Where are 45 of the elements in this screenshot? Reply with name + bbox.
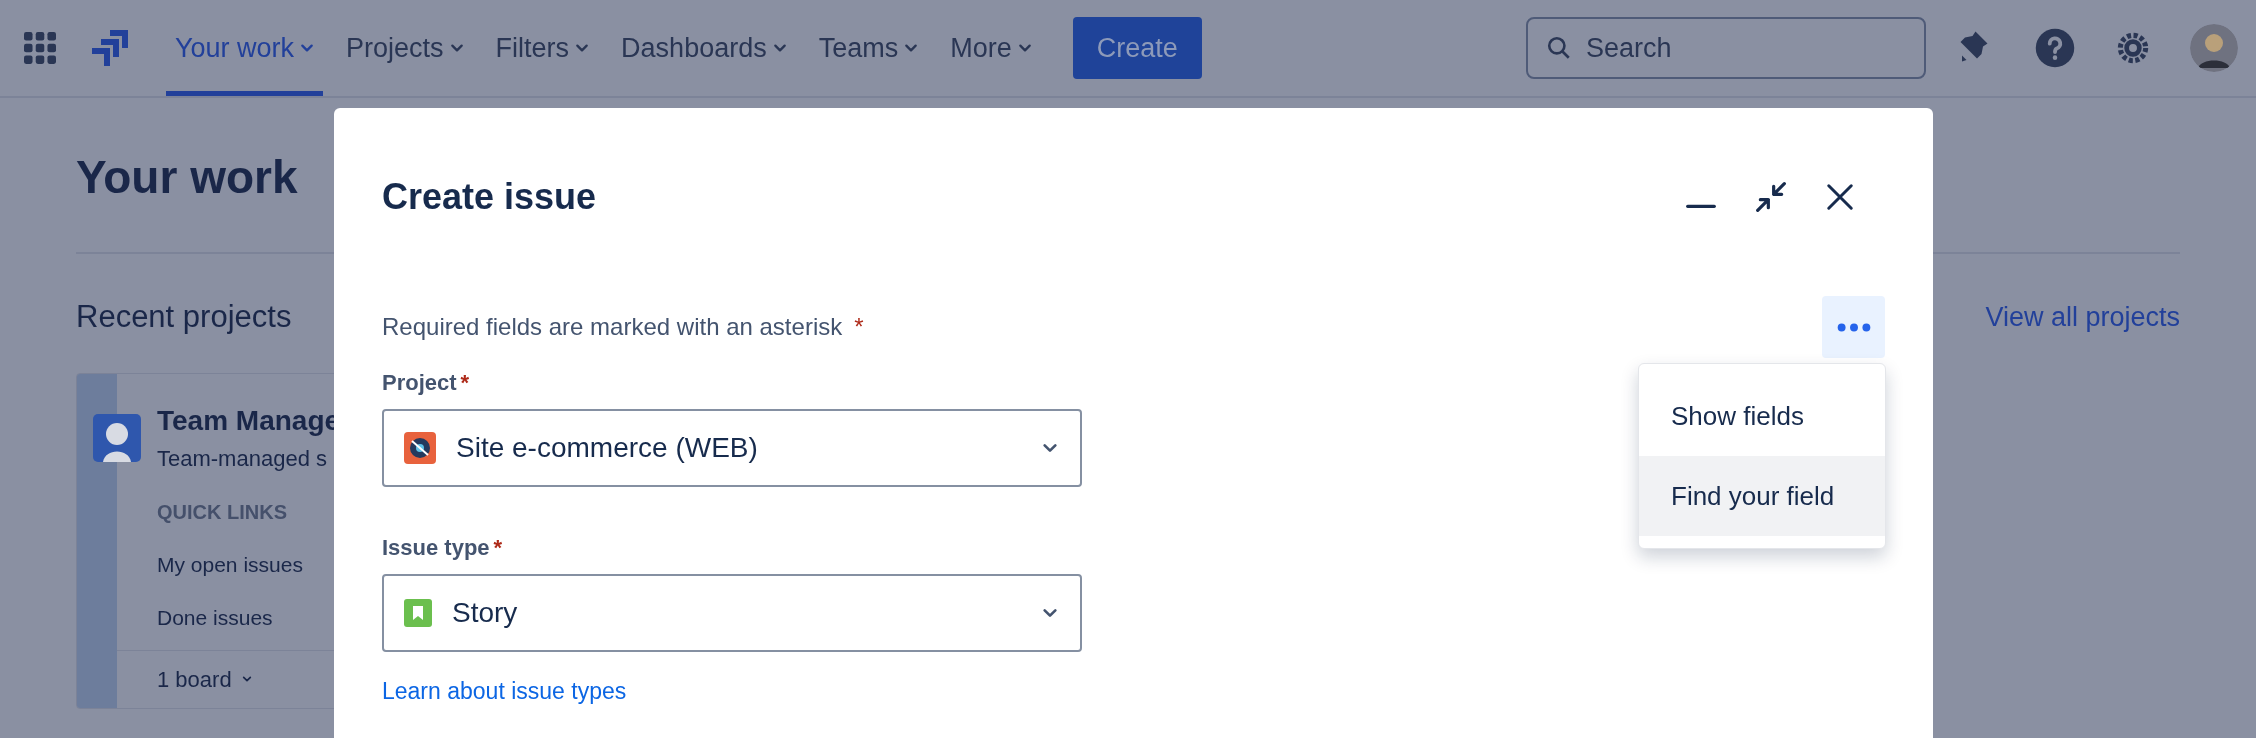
chevron-down-icon bbox=[1017, 43, 1032, 53]
search-input[interactable]: Search bbox=[1586, 27, 1886, 69]
close-icon[interactable] bbox=[1825, 182, 1855, 212]
boards-dropdown[interactable]: 1 board bbox=[157, 662, 252, 696]
nav-menu-tab[interactable]: Projects bbox=[337, 0, 473, 96]
select-field[interactable]: Story bbox=[382, 574, 1082, 652]
project-icon bbox=[404, 432, 436, 464]
avatar[interactable] bbox=[2190, 24, 2238, 72]
chevron-down-icon bbox=[575, 43, 590, 53]
bookmark-icon bbox=[404, 599, 432, 627]
more-icon bbox=[1836, 322, 1871, 332]
select-field[interactable]: Site e-commerce (WEB) bbox=[382, 409, 1082, 487]
nav-menu-tab[interactable]: More bbox=[941, 0, 1041, 96]
chevron-down-icon bbox=[1042, 607, 1058, 619]
required-fields-note: Required fields are marked with an asterisk * bbox=[382, 312, 864, 342]
chevron-down-icon bbox=[300, 43, 315, 53]
learn-issue-types-link[interactable]: Learn about issue types bbox=[382, 674, 1885, 709]
chevron-down-icon bbox=[241, 675, 252, 683]
nav-menu-tab[interactable]: Dashboards bbox=[612, 0, 796, 96]
search-field[interactable]: Search bbox=[1526, 17, 1926, 79]
chevron-down-icon bbox=[449, 43, 464, 53]
nav-menu-tab[interactable]: Your work bbox=[166, 0, 324, 96]
project-type: Team-managed s bbox=[157, 444, 327, 473]
section-heading: Recent projects bbox=[76, 298, 292, 336]
field-label: Issue type * bbox=[382, 534, 504, 562]
chevron-down-icon bbox=[904, 43, 919, 53]
nav-menu-tab[interactable]: Filters bbox=[486, 0, 599, 96]
field-label: Project * bbox=[382, 369, 471, 397]
menu-item[interactable]: Show fields bbox=[1639, 376, 1885, 456]
quick-links-heading: QUICK LINKS bbox=[157, 499, 288, 525]
compress-arrows-icon[interactable] bbox=[1755, 181, 1787, 213]
search-icon bbox=[1546, 35, 1572, 61]
dialog-title: Create issue bbox=[382, 175, 597, 219]
more-options-button[interactable] bbox=[1822, 296, 1885, 358]
create-button[interactable]: Create bbox=[1072, 17, 1202, 79]
view-all-projects-link[interactable]: View all projects bbox=[1985, 297, 2180, 338]
chevron-down-icon bbox=[1042, 442, 1058, 454]
logo-icon[interactable] bbox=[90, 28, 130, 68]
app-grid-icon[interactable] bbox=[24, 32, 56, 64]
menu-item[interactable]: Find your field bbox=[1639, 456, 1885, 536]
project-avatar bbox=[93, 413, 141, 462]
help-icon[interactable] bbox=[2034, 27, 2076, 69]
chevron-down-icon bbox=[772, 43, 787, 53]
page-title: Your work bbox=[76, 154, 298, 200]
nav-menu-tab[interactable]: Teams bbox=[809, 0, 928, 96]
